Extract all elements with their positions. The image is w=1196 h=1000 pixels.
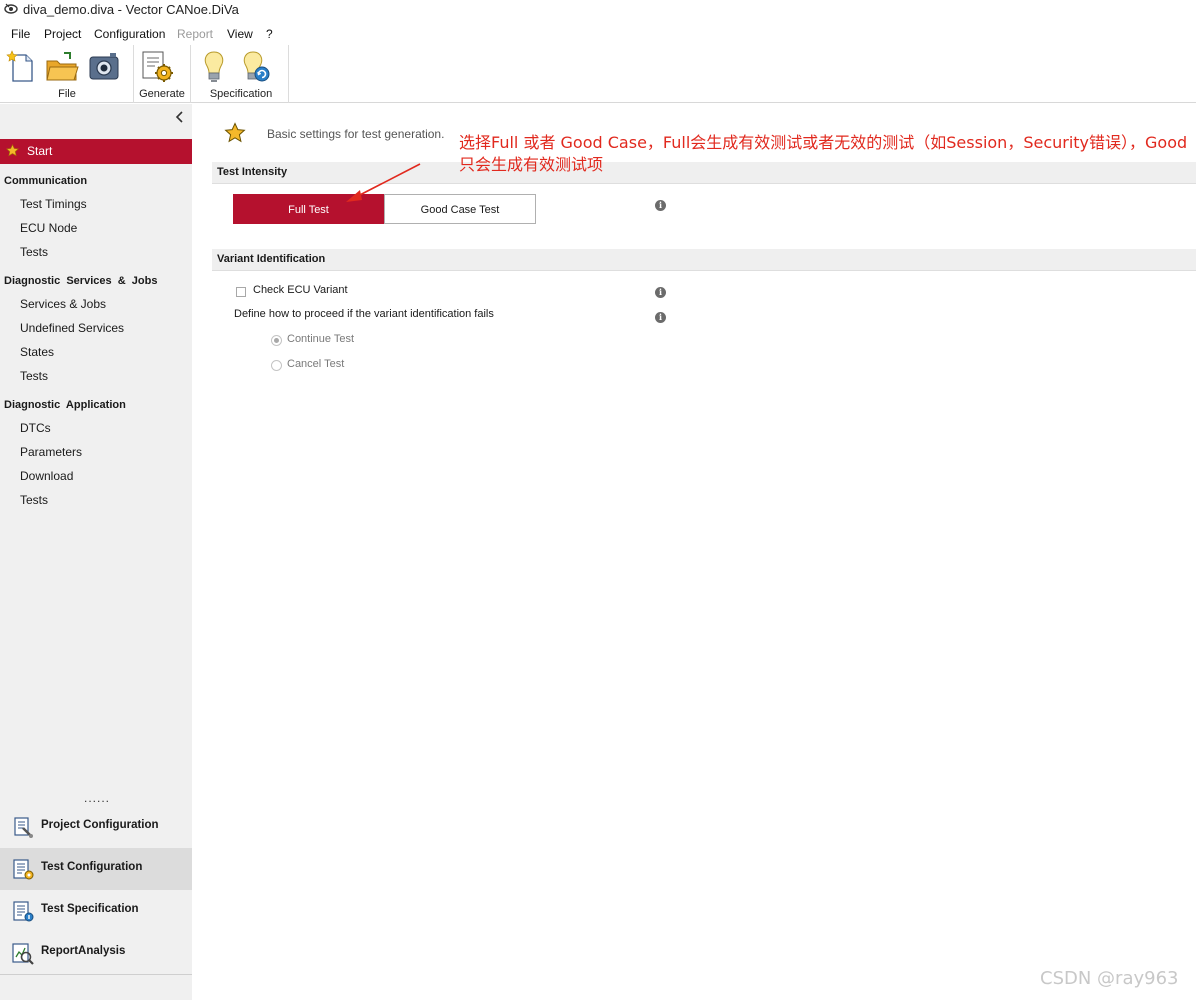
nav-label: ReportAnalysis bbox=[41, 945, 126, 957]
eye-app-icon bbox=[4, 3, 18, 14]
sidebar-item-ecu-node[interactable]: ECU Node bbox=[20, 221, 77, 235]
star-icon bbox=[6, 144, 19, 157]
ribbon-separator bbox=[288, 45, 289, 103]
annotation-line: 选择Full 或者 Good Case，Full会生成有效测试或者无效的测试（如… bbox=[459, 133, 1188, 152]
test-specification-icon bbox=[13, 901, 34, 922]
sidebar-item-download[interactable]: Download bbox=[20, 469, 73, 483]
sidebar-section-diagnostic-application: Diagnostic Application bbox=[4, 399, 126, 411]
nav-report-analysis[interactable]: ReportAnalysis bbox=[0, 932, 192, 974]
chevron-left-icon[interactable] bbox=[172, 109, 188, 125]
sidebar-item-start[interactable]: Start bbox=[0, 139, 192, 164]
menu-file[interactable]: File bbox=[11, 27, 30, 41]
annotation-arrow bbox=[346, 163, 421, 202]
group-label-generate: Generate bbox=[139, 88, 185, 100]
sidebar-item-communication-tests[interactable]: Tests bbox=[20, 245, 48, 259]
section-variant-identification: Variant Identification bbox=[212, 249, 1196, 271]
generate-gear-icon[interactable] bbox=[140, 49, 176, 85]
lightbulb-icon[interactable] bbox=[196, 49, 232, 85]
section-title: Test Intensity bbox=[217, 166, 288, 178]
sidebar-item-services-tests[interactable]: Tests bbox=[20, 369, 48, 383]
sidebar-item-parameters[interactable]: Parameters bbox=[20, 445, 82, 459]
variant-fail-label: Define how to proceed if the variant ide… bbox=[234, 308, 494, 320]
check-ecu-variant-label: Check ECU Variant bbox=[253, 284, 348, 296]
sidebar-item-test-timings[interactable]: Test Timings bbox=[20, 197, 87, 211]
star-icon bbox=[224, 122, 246, 143]
nav-test-configuration[interactable]: Test Configuration bbox=[0, 848, 192, 890]
cancel-test-label: Cancel Test bbox=[287, 358, 345, 370]
watermark: CSDN @ray963 bbox=[1040, 968, 1179, 989]
cancel-test-radio[interactable] bbox=[271, 360, 282, 371]
lightbulb-refresh-icon[interactable] bbox=[237, 49, 273, 85]
nav-label: Test Configuration bbox=[41, 861, 143, 873]
info-icon[interactable]: i bbox=[655, 200, 666, 211]
project-configuration-icon bbox=[14, 817, 33, 838]
nav-label: Project Configuration bbox=[41, 819, 159, 831]
continue-test-radio[interactable] bbox=[271, 335, 282, 346]
menu-report: Report bbox=[177, 27, 214, 41]
main-panel: Basic settings for test generation. Test… bbox=[192, 104, 1196, 1000]
sidebar-item-label: Start bbox=[27, 144, 53, 158]
nav-label: Test Specification bbox=[41, 903, 139, 915]
info-icon[interactable]: i bbox=[655, 312, 666, 323]
more-indicator[interactable]: ...... bbox=[84, 791, 110, 805]
window-title: diva_demo.diva - Vector CANoe.DiVa bbox=[23, 2, 239, 17]
group-label-file: File bbox=[58, 88, 76, 100]
menu-project[interactable]: Project bbox=[44, 27, 81, 41]
sidebar-section-diagnostic-services: Diagnostic Services & Jobs bbox=[4, 275, 158, 287]
menu-help[interactable]: ? bbox=[266, 27, 273, 41]
page-description: Basic settings for test generation. bbox=[267, 127, 445, 141]
report-analysis-icon bbox=[12, 943, 34, 965]
sidebar-item-undefined-services[interactable]: Undefined Services bbox=[20, 321, 124, 335]
nav-test-specification[interactable]: Test Specification bbox=[0, 890, 192, 932]
test-configuration-icon bbox=[13, 859, 34, 880]
sidebar-item-services-jobs[interactable]: Services & Jobs bbox=[20, 297, 106, 311]
open-folder-icon[interactable] bbox=[44, 49, 80, 85]
annotation-note: 选择Full 或者 Good Case，Full会生成有效测试或者无效的测试（如… bbox=[459, 132, 1194, 176]
title-bar: diva_demo.diva - Vector CANoe.DiVa bbox=[0, 0, 1196, 22]
check-ecu-variant-checkbox[interactable] bbox=[236, 287, 246, 297]
nav-project-configuration[interactable]: Project Configuration bbox=[0, 806, 192, 848]
section-title: Variant Identification bbox=[217, 253, 326, 265]
ribbon-toolbar: File Generate Specification bbox=[0, 45, 1196, 103]
sidebar-item-application-tests[interactable]: Tests bbox=[20, 493, 48, 507]
divider bbox=[0, 974, 192, 975]
camera-icon[interactable] bbox=[86, 49, 122, 85]
menu-view[interactable]: View bbox=[227, 27, 253, 41]
ribbon-separator bbox=[133, 45, 134, 103]
annotation-line: 只会生成有效测试项 bbox=[459, 155, 604, 174]
continue-test-label: Continue Test bbox=[287, 333, 355, 345]
group-label-specification: Specification bbox=[209, 88, 273, 100]
sidebar: Start Communication Test Timings ECU Nod… bbox=[0, 104, 192, 1000]
ribbon-separator bbox=[190, 45, 191, 103]
menu-configuration[interactable]: Configuration bbox=[94, 27, 165, 41]
sidebar-item-states[interactable]: States bbox=[20, 345, 54, 359]
new-document-icon[interactable] bbox=[4, 49, 40, 85]
sidebar-item-dtcs[interactable]: DTCs bbox=[20, 421, 51, 435]
sidebar-section-communication: Communication bbox=[4, 175, 88, 187]
info-icon[interactable]: i bbox=[655, 287, 666, 298]
